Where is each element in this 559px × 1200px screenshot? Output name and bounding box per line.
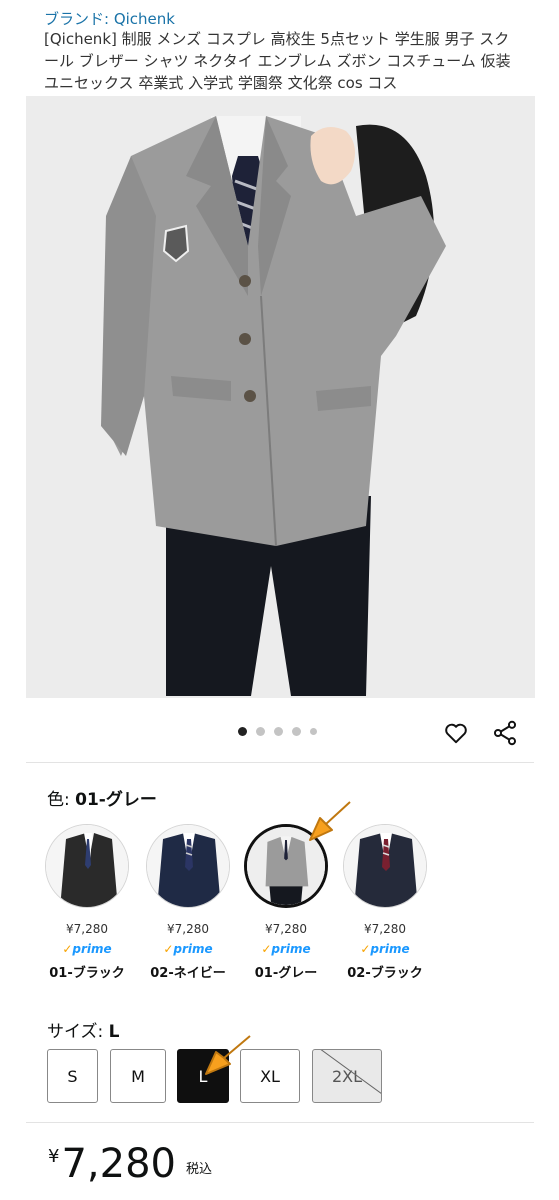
swatch-image[interactable] — [146, 824, 230, 908]
swatch-image[interactable] — [45, 824, 129, 908]
option-price: ¥7,280 — [265, 922, 307, 936]
color-option-gray[interactable]: ¥7,280 ✓prime 01-グレー — [243, 824, 329, 981]
pagination-dot[interactable] — [256, 727, 265, 736]
product-image[interactable] — [26, 96, 535, 698]
price-amount: 7,280 — [61, 1141, 176, 1187]
pagination-dot[interactable] — [292, 727, 301, 736]
size-label: サイズ: L — [47, 1017, 119, 1042]
product-title: [Qichenk] 制服 メンズ コスプレ 高校生 5点セット 学生服 男子 ス… — [44, 30, 511, 92]
share-icon[interactable] — [491, 719, 519, 747]
selected-color: 01-グレー — [75, 790, 157, 810]
selected-size: L — [108, 1022, 120, 1042]
prime-badge: ✓prime — [360, 942, 410, 956]
color-swatches: ¥7,280 ✓prime 01-ブラック ¥7,280 ✓prime 02-ネ… — [44, 824, 444, 994]
tax-note: 税込 — [185, 1162, 212, 1177]
option-price: ¥7,280 — [167, 922, 209, 936]
size-option-s[interactable]: S — [47, 1049, 98, 1103]
color-label-prefix: 色: — [47, 790, 76, 810]
size-option-m[interactable]: M — [110, 1049, 166, 1103]
option-name: 02-ネイビー — [150, 966, 226, 981]
product-price: ¥ 7,280 税込 — [48, 1140, 212, 1188]
color-option-black-2[interactable]: ¥7,280 ✓prime 02-ブラック — [342, 824, 428, 981]
size-label-prefix: サイズ: — [47, 1022, 109, 1042]
prime-badge: ✓prime — [261, 942, 311, 956]
size-option-2xl[interactable]: 2XL — [312, 1049, 382, 1103]
prime-badge: ✓prime — [62, 942, 112, 956]
pagination-dot[interactable] — [274, 727, 283, 736]
option-name: 01-グレー — [254, 966, 318, 981]
divider — [26, 762, 534, 763]
color-label: 色: 01-グレー — [47, 785, 157, 810]
option-name: 01-ブラック — [49, 966, 125, 981]
brand-link[interactable]: ブランド: Qichenk — [44, 8, 175, 29]
heart-icon[interactable] — [443, 720, 469, 746]
option-price: ¥7,280 — [66, 922, 108, 936]
image-pagination[interactable] — [238, 727, 317, 736]
option-price: ¥7,280 — [364, 922, 406, 936]
color-option-black[interactable]: ¥7,280 ✓prime 01-ブラック — [44, 824, 130, 981]
option-name: 02-ブラック — [347, 966, 423, 981]
pagination-dot[interactable] — [310, 728, 317, 735]
currency-symbol: ¥ — [48, 1146, 60, 1167]
divider — [26, 1122, 534, 1123]
prime-badge: ✓prime — [163, 942, 213, 956]
pointer-arrow-icon — [205, 1035, 251, 1075]
pagination-dot[interactable] — [238, 727, 247, 736]
pointer-arrow-icon — [309, 801, 351, 841]
color-option-navy[interactable]: ¥7,280 ✓prime 02-ネイビー — [145, 824, 231, 981]
